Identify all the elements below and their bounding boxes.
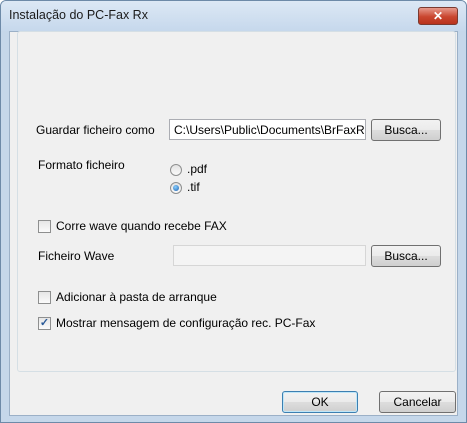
- format-label: Formato ficheiro: [38, 158, 125, 172]
- run-wave-label[interactable]: Corre wave quando recebe FAX: [56, 219, 227, 233]
- add-startup-label[interactable]: Adicionar à pasta de arranque: [56, 290, 217, 304]
- dialog-window: Instalação do PC-Fax Rx ✕ Guardar fichei…: [0, 0, 467, 423]
- format-tif-label[interactable]: .tif: [187, 180, 200, 194]
- window-title: Instalação do PC-Fax Rx: [9, 8, 148, 22]
- show-setup-message-checkbox[interactable]: ✓: [38, 317, 51, 330]
- cancel-button[interactable]: Cancelar: [379, 391, 456, 413]
- format-tif-radio[interactable]: [170, 182, 182, 194]
- format-pdf-radio[interactable]: [170, 164, 182, 176]
- close-button[interactable]: ✕: [418, 7, 458, 25]
- ok-button[interactable]: OK: [282, 391, 358, 413]
- show-setup-message-label[interactable]: Mostrar mensagem de configuração rec. PC…: [56, 316, 315, 330]
- wave-browse-button[interactable]: Busca...: [371, 245, 441, 267]
- run-wave-checkbox[interactable]: [38, 220, 51, 233]
- add-startup-checkbox[interactable]: [38, 291, 51, 304]
- wave-file-field[interactable]: [173, 245, 366, 266]
- format-pdf-label[interactable]: .pdf: [187, 162, 207, 176]
- close-icon: ✕: [432, 9, 444, 23]
- title-bar[interactable]: Instalação do PC-Fax Rx ✕: [1, 1, 466, 31]
- save-browse-button[interactable]: Busca...: [371, 119, 441, 141]
- save-as-label: Guardar ficheiro como: [36, 123, 155, 137]
- save-path-field[interactable]: C:\Users\Public\Documents\BrFaxRx: [169, 119, 366, 140]
- checkmark-icon: ✓: [39, 317, 50, 329]
- wave-file-label: Ficheiro Wave: [38, 249, 115, 263]
